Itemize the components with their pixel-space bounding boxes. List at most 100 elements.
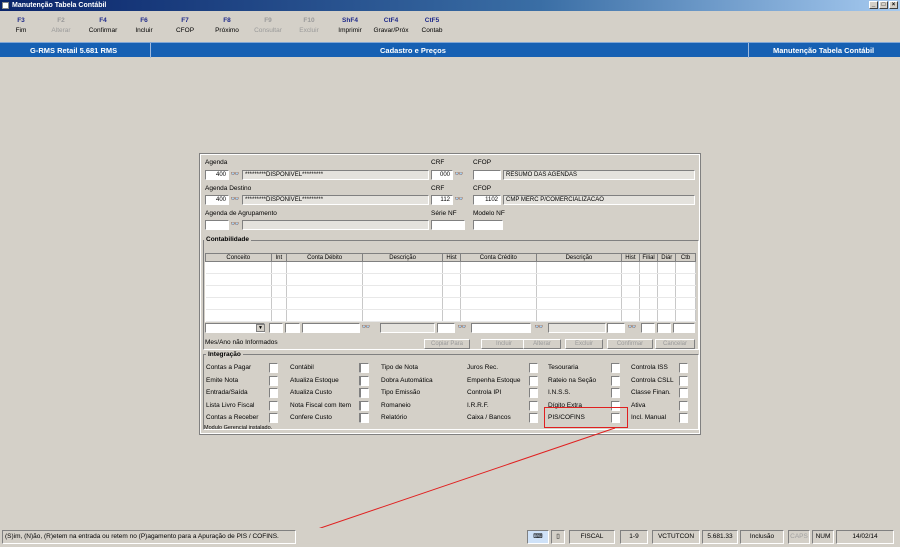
table-cell[interactable] — [205, 309, 272, 322]
agenda-code-input[interactable]: 400 — [205, 170, 229, 180]
table-row[interactable] — [205, 261, 696, 274]
table-cell[interactable] — [205, 285, 272, 298]
table-cell[interactable] — [675, 309, 696, 322]
gravar-proximo-button[interactable]: CtF4 Gravar/Próx — [370, 16, 412, 36]
integracao-checkbox[interactable] — [269, 363, 278, 373]
table-row[interactable] — [205, 297, 696, 310]
table-cell[interactable] — [442, 261, 461, 274]
table-cell[interactable] — [536, 309, 623, 322]
table-cell[interactable] — [675, 285, 696, 298]
table-cell[interactable] — [442, 273, 461, 286]
integracao-checkbox[interactable] — [679, 400, 688, 411]
table-cell[interactable] — [362, 285, 444, 298]
table-row[interactable] — [205, 309, 696, 322]
binoculars-icon[interactable]: 👓 — [230, 195, 240, 205]
table-row[interactable] — [205, 285, 696, 298]
table-cell[interactable] — [271, 285, 288, 298]
ctb-input[interactable] — [673, 323, 695, 333]
integracao-checkbox[interactable] — [611, 388, 620, 398]
table-cell[interactable] — [362, 273, 444, 286]
column-header[interactable]: Filial — [638, 253, 659, 262]
table-cell[interactable] — [362, 261, 444, 274]
table-cell[interactable] — [205, 261, 272, 274]
filial-input[interactable] — [641, 323, 655, 333]
table-row[interactable] — [205, 273, 696, 286]
table-cell[interactable] — [621, 261, 640, 274]
table-cell[interactable] — [271, 273, 288, 286]
integracao-checkbox[interactable] — [269, 388, 278, 398]
table-cell[interactable] — [536, 297, 623, 310]
table-cell[interactable] — [675, 273, 696, 286]
column-header[interactable]: Descrição — [535, 253, 623, 262]
binoculars-icon[interactable]: 👓 — [454, 170, 464, 180]
table-cell[interactable] — [286, 297, 364, 310]
table-cell[interactable] — [621, 285, 640, 298]
integracao-checkbox[interactable] — [269, 413, 278, 423]
table-cell[interactable] — [460, 285, 537, 298]
table-cell[interactable] — [639, 261, 659, 274]
binoculars-icon[interactable]: 👓 — [230, 170, 240, 180]
table-cell[interactable] — [536, 261, 623, 274]
binoculars-icon[interactable]: 👓 — [534, 323, 544, 333]
column-header[interactable]: Int — [270, 253, 288, 262]
table-cell[interactable] — [460, 309, 537, 322]
table-cell[interactable] — [286, 285, 364, 298]
proximo-button[interactable]: F8 Próximo — [206, 16, 248, 36]
table-cell[interactable] — [657, 297, 677, 310]
excluir-grid-button[interactable]: Excluir — [565, 339, 603, 349]
column-header[interactable]: Conta Débito — [286, 253, 364, 262]
integracao-checkbox[interactable] — [360, 413, 369, 423]
table-cell[interactable] — [621, 297, 640, 310]
copiar-para-button[interactable]: Copiar Para — [424, 339, 470, 349]
integracao-checkbox[interactable] — [529, 413, 538, 423]
hist-credito-input[interactable] — [607, 323, 625, 333]
excluir-button[interactable]: F10 Excluir — [288, 16, 330, 36]
integracao-checkbox[interactable] — [679, 363, 688, 373]
table-cell[interactable] — [442, 297, 461, 310]
imprimir-button[interactable]: ShF4 Imprimir — [329, 16, 371, 36]
column-header[interactable]: Hist — [621, 253, 640, 262]
crf-input[interactable]: 000 — [431, 170, 453, 180]
table-cell[interactable] — [675, 297, 696, 310]
table-cell[interactable] — [271, 297, 288, 310]
minimize-button[interactable]: _ — [869, 1, 878, 9]
integracao-checkbox[interactable] — [360, 375, 369, 386]
binoculars-icon[interactable]: 👓 — [457, 323, 467, 333]
table-cell[interactable] — [442, 285, 461, 298]
maximize-button[interactable]: □ — [879, 1, 888, 9]
chevron-down-icon[interactable]: ▼ — [256, 324, 265, 332]
agenda-agrupamento-code-input[interactable] — [205, 220, 229, 230]
table-cell[interactable] — [286, 309, 364, 322]
table-cell[interactable] — [460, 261, 537, 274]
table-cell[interactable] — [271, 309, 288, 322]
integracao-checkbox[interactable] — [529, 388, 538, 398]
table-cell[interactable] — [657, 261, 677, 274]
table-cell[interactable] — [362, 309, 444, 322]
table-cell[interactable] — [286, 273, 364, 286]
table-cell[interactable] — [621, 309, 640, 322]
integracao-checkbox[interactable] — [269, 400, 278, 411]
column-header[interactable]: Conceito — [205, 253, 272, 262]
table-cell[interactable] — [460, 273, 537, 286]
table-cell[interactable] — [536, 273, 623, 286]
alterar-button[interactable]: F2 Alterar — [40, 16, 82, 36]
agenda-destino-code-input[interactable]: 400 — [205, 195, 229, 205]
table-cell[interactable] — [621, 273, 640, 286]
integracao-checkbox[interactable] — [529, 400, 538, 411]
conta-credito-input[interactable] — [471, 323, 531, 333]
conta-debito-input[interactable] — [302, 323, 360, 333]
table-cell[interactable] — [286, 261, 364, 274]
table-cell[interactable] — [362, 297, 444, 310]
confirmar-grid-button[interactable]: Confirmar — [607, 339, 653, 349]
binoculars-icon[interactable]: 👓 — [627, 323, 637, 333]
integracao-checkbox[interactable] — [360, 363, 369, 373]
table-cell[interactable] — [675, 261, 696, 274]
integracao-checkbox[interactable] — [529, 375, 538, 386]
cfop-button[interactable]: F7 CFOP — [164, 16, 206, 36]
incluir-grid-button[interactable]: Incluir — [481, 339, 527, 349]
table-cell[interactable] — [657, 309, 677, 322]
binoculars-icon[interactable]: 👓 — [230, 220, 240, 230]
column-header[interactable]: Diár — [657, 253, 677, 262]
integracao-checkbox[interactable] — [529, 363, 538, 373]
table-cell[interactable] — [639, 297, 659, 310]
